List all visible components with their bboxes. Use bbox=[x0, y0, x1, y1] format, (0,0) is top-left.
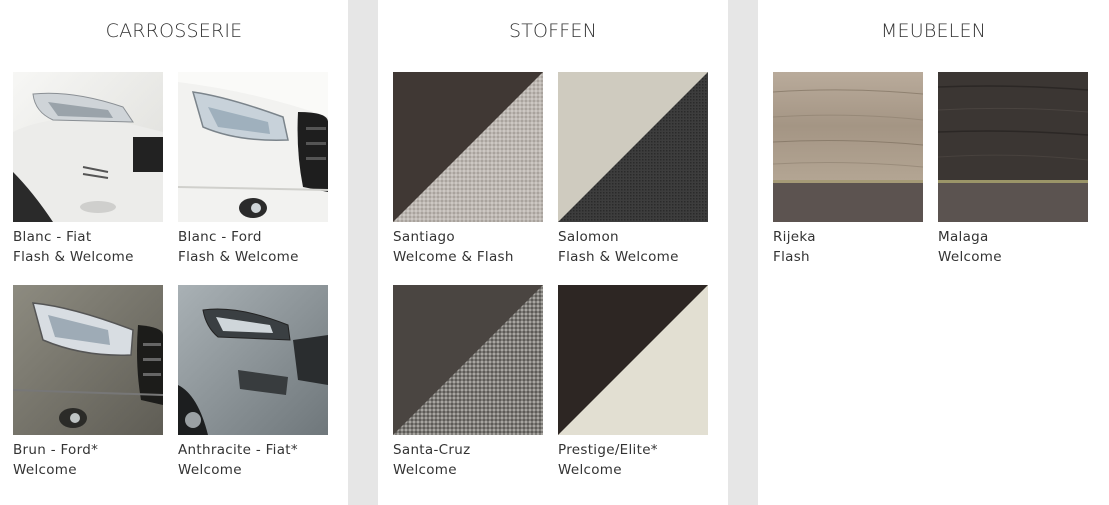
swatch-variant: Flash & Welcome bbox=[558, 249, 679, 265]
swatch-variant: Welcome bbox=[938, 249, 1002, 265]
swatch-malaga[interactable]: Malaga Welcome bbox=[938, 72, 1088, 267]
stoffen-title: STOFFEN bbox=[508, 20, 598, 42]
swatch-variant: Flash bbox=[773, 249, 810, 265]
swatch-variant: Welcome & Flash bbox=[393, 249, 514, 265]
wood-rijeka-image bbox=[773, 72, 923, 222]
carrosserie-title: CARROSSERIE bbox=[105, 20, 243, 42]
swatch-name: Salomon bbox=[558, 229, 619, 245]
swatch-name: Prestige/Elite* bbox=[558, 442, 658, 458]
swatch-blanc-fiat[interactable]: Blanc - Fiat Flash & Welcome bbox=[13, 72, 163, 267]
swatch-variant: Welcome bbox=[558, 462, 622, 478]
carrosserie-panel: CARROSSERIE Blanc - Fiat Flash & Welcome… bbox=[0, 0, 348, 505]
swatch-variant: Welcome bbox=[178, 462, 242, 478]
swatch-name: Santa-Cruz bbox=[393, 442, 471, 458]
swatch-brun-ford[interactable]: Brun - Ford* Welcome bbox=[13, 285, 163, 480]
swatch-name: Anthracite - Fiat* bbox=[178, 442, 298, 458]
swatch-salomon[interactable]: Salomon Flash & Welcome bbox=[558, 72, 708, 267]
swatch-santiago[interactable]: Santiago Welcome & Flash bbox=[393, 72, 543, 267]
stoffen-panel: STOFFEN Santiago Welcome & Flash Salomon… bbox=[378, 0, 728, 505]
swatch-anthracite-fiat[interactable]: Anthracite - Fiat* Welcome bbox=[178, 285, 328, 480]
swatch-variant: Flash & Welcome bbox=[178, 249, 299, 265]
swatch-variant: Welcome bbox=[13, 462, 77, 478]
van-anthracite-fiat-image bbox=[178, 285, 328, 435]
van-brown-ford-image bbox=[13, 285, 163, 435]
wood-malaga-image bbox=[938, 72, 1088, 222]
swatch-name: Blanc - Ford bbox=[178, 229, 262, 245]
swatch-name: Rijeka bbox=[773, 229, 816, 245]
swatch-blanc-ford[interactable]: Blanc - Ford Flash & Welcome bbox=[178, 72, 328, 267]
meubelen-title: MEUBELEN bbox=[880, 20, 987, 42]
swatch-name: Brun - Ford* bbox=[13, 442, 99, 458]
swatch-prestige-elite[interactable]: Prestige/Elite* Welcome bbox=[558, 285, 708, 480]
fabric-prestige-elite-image bbox=[558, 285, 708, 435]
fabric-salomon-image bbox=[558, 72, 708, 222]
van-white-ford-image bbox=[178, 72, 328, 222]
meubelen-panel: MEUBELEN Rijeka Flash Malaga Welcome bbox=[758, 0, 1109, 505]
swatch-rijeka[interactable]: Rijeka Flash bbox=[773, 72, 923, 267]
swatch-variant: Flash & Welcome bbox=[13, 249, 134, 265]
swatch-name: Blanc - Fiat bbox=[13, 229, 92, 245]
fabric-santiago-image bbox=[393, 72, 543, 222]
swatch-name: Malaga bbox=[938, 229, 989, 245]
van-white-fiat-image bbox=[13, 72, 163, 222]
swatch-variant: Welcome bbox=[393, 462, 457, 478]
swatch-santa-cruz[interactable]: Santa-Cruz Welcome bbox=[393, 285, 543, 480]
fabric-santa-cruz-image bbox=[393, 285, 543, 435]
swatch-name: Santiago bbox=[393, 229, 455, 245]
